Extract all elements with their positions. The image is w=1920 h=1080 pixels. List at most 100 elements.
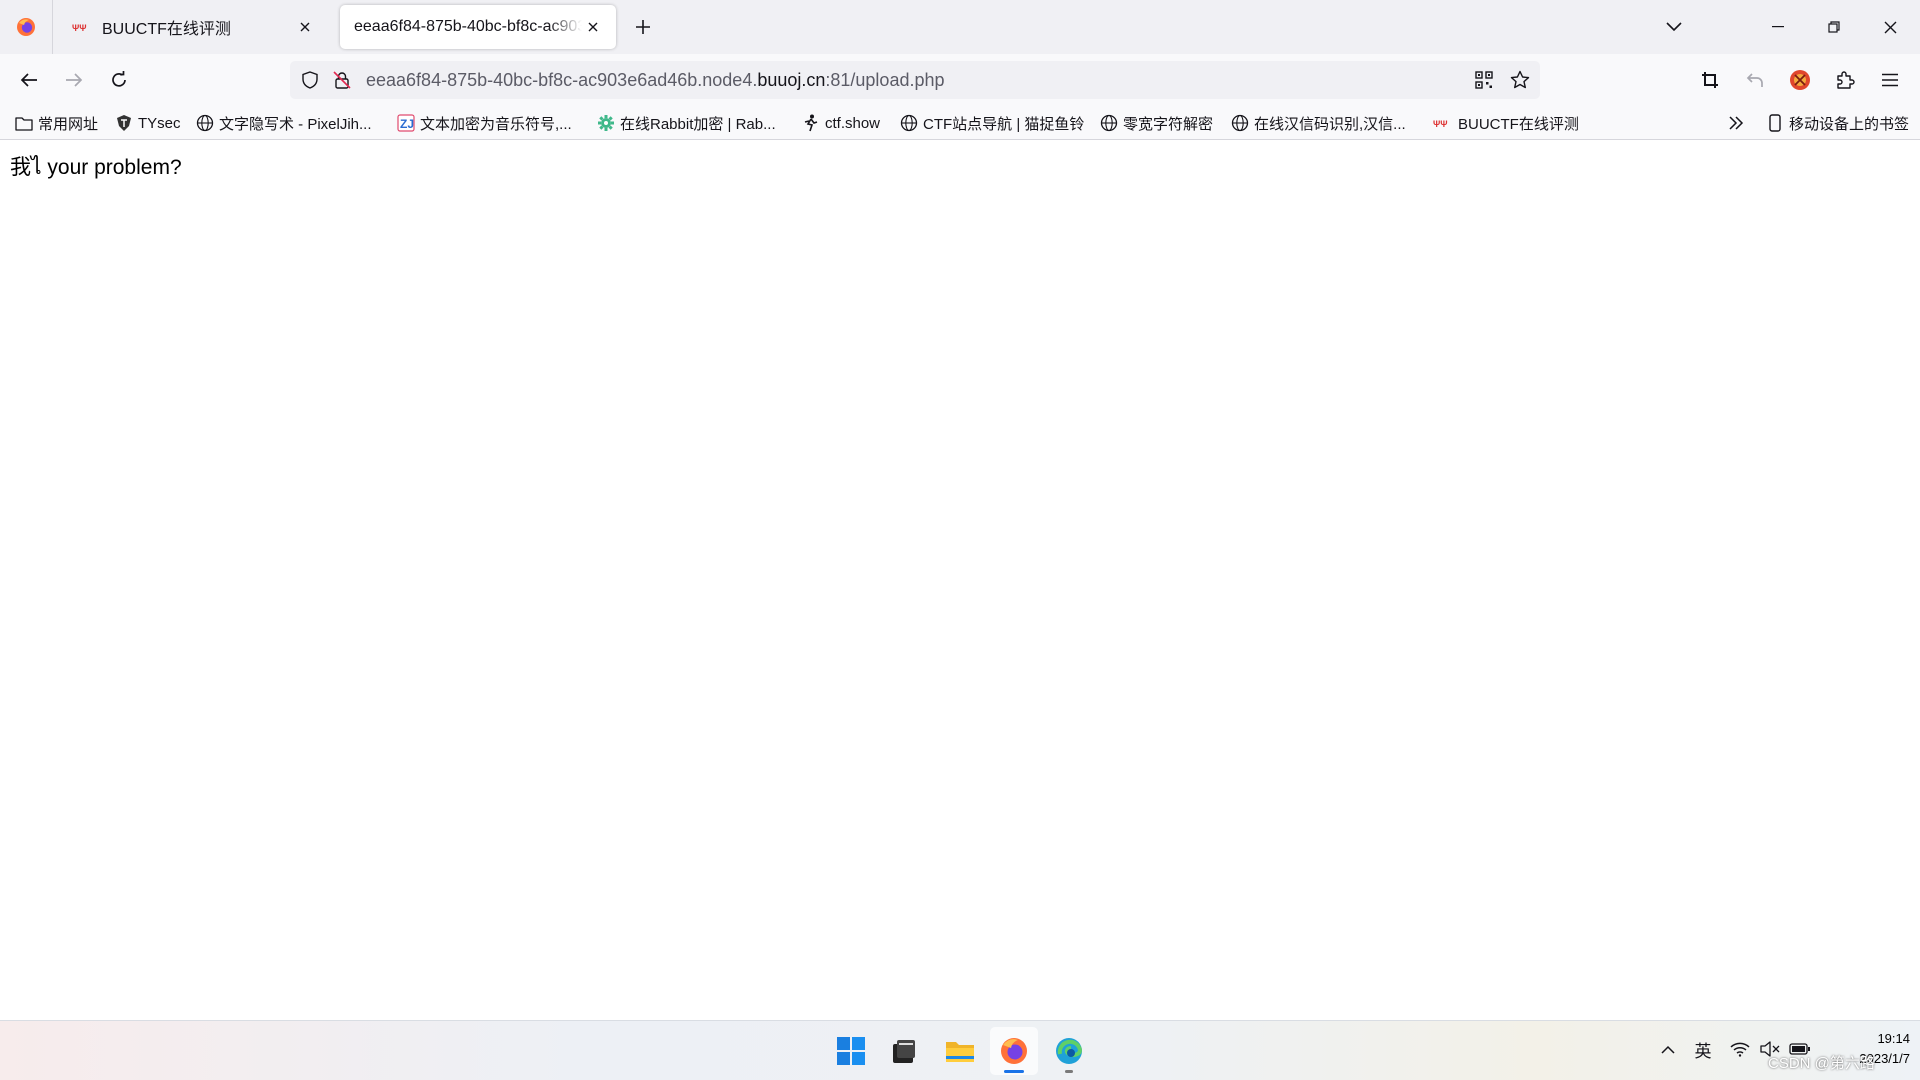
tab-strip: ΨΨ BUUCTF在线评测 eeaa6f84-875b-40bc-bf8c-ac… [0,0,1920,54]
back-button[interactable] [12,63,46,97]
firefox-icon [16,17,36,37]
close-window-button[interactable] [1862,0,1918,54]
globe-icon [196,114,214,132]
firefox-view-button[interactable] [0,0,53,54]
double-chevron-right-icon [1728,116,1744,130]
bookmark-buuctf[interactable]: ΨΨ BUUCTF在线评测 [1433,106,1579,140]
puzzle-piece-icon [1835,70,1855,90]
tab-title: BUUCTF在线评测 [102,21,231,38]
mobile-bookmarks-folder[interactable]: 移动设备上的书签 [1766,106,1909,140]
bookmark-label: TYsec [138,114,181,132]
ctfshow-icon [802,114,820,132]
back-arrow-icon [20,72,38,88]
restore-icon [1828,21,1840,33]
restore-button[interactable] [1806,0,1862,54]
globe-icon [1100,114,1118,132]
gear-icon [597,114,615,132]
wifi-icon[interactable] [1728,1037,1752,1061]
bookmark-ctf-nav[interactable]: CTF站点导航 | 猫捉鱼铃 [900,106,1084,140]
minimize-icon [1772,26,1784,28]
close-tab-icon[interactable] [582,16,604,38]
watermark: CSDN @第六路 [1768,1055,1875,1072]
forward-button[interactable] [57,63,91,97]
tab-buuctf[interactable]: ΨΨ BUUCTF在线评测 [58,5,328,49]
screenshot-button[interactable] [1693,63,1727,97]
bookmark-label: 文本加密为音乐符号,... [420,115,572,133]
bookmark-label: CTF站点导航 | 猫捉鱼铃 [923,115,1085,133]
crop-icon [1701,71,1719,89]
ime-indicator[interactable]: 英 [1688,1035,1718,1063]
bookmark-label: 移动设备上的书签 [1789,115,1910,133]
bookmark-label: 在线Rabbit加密 | Rab... [620,115,776,133]
taskbar-firefox[interactable] [990,1027,1038,1075]
tysec-icon [115,114,133,132]
taskbar: 英 19:14 2023/1/7 [0,1020,1920,1080]
bookmark-label: 文字隐写术 - PixelJih... [219,115,372,133]
reload-icon [110,71,128,89]
running-app-indicator [1065,1070,1073,1073]
clock-time: 19:14 [1877,1031,1910,1046]
insecure-lock-icon[interactable] [326,64,358,96]
reload-button[interactable] [102,63,136,97]
zj-icon: ZJ [397,114,415,132]
close-icon [1884,21,1897,34]
url-text[interactable]: eeaa6f84-875b-40bc-bf8c-ac903e6ad46b.nod… [366,70,945,91]
ublock-extension-icon [1789,69,1811,91]
taskbar-edge[interactable] [1045,1027,1093,1075]
windows-start-icon [836,1036,866,1066]
edge-icon [1054,1036,1084,1066]
bookmark-tysec[interactable]: TYsec [115,106,181,140]
bookmarks-toolbar: 常用网址 TYsec 文字隐写术 - PixelJih... ZJ 文本加密为音… [0,106,1920,140]
chevron-up-icon [1661,1045,1675,1054]
extensions-button[interactable] [1828,63,1862,97]
new-tab-button[interactable] [630,14,656,40]
taskbar-file-explorer[interactable] [936,1027,984,1075]
svg-text:ΨΨ: ΨΨ [1433,119,1448,129]
bookmark-music-cipher[interactable]: ZJ 文本加密为音乐符号,... [397,106,572,140]
undo-button[interactable] [1738,63,1772,97]
star-icon [1510,70,1530,90]
app-icon [890,1037,918,1065]
svg-text:ZJ: ZJ [400,117,414,131]
file-explorer-icon [945,1038,975,1064]
bookmark-pixeljihad[interactable]: 文字隐写术 - PixelJih... [196,106,372,140]
bookmark-label: 零宽字符解密 [1123,115,1214,133]
svg-text:ΨΨ: ΨΨ [72,23,87,33]
extension-button[interactable] [1783,63,1817,97]
bookmark-folder-common[interactable]: 常用网址 [15,106,98,140]
show-hidden-icons-button[interactable] [1656,1037,1680,1061]
tracking-protection-shield-icon[interactable] [294,64,326,96]
qr-code-button[interactable] [1468,64,1500,96]
start-button[interactable] [827,1027,875,1075]
buuctf-favicon-icon: ΨΨ [1433,114,1453,132]
bookmark-ctfshow[interactable]: ctf.show [802,106,880,140]
app-menu-button[interactable] [1873,63,1907,97]
globe-icon [900,114,918,132]
url-suffix: :81/upload.php [825,69,945,90]
qr-code-icon [1475,71,1493,89]
bookmark-label: 在线汉信码识别,汉信... [1254,115,1406,133]
globe-icon [1231,114,1249,132]
url-prefix: eeaa6f84-875b-40bc-bf8c-ac903e6ad46b.nod… [366,69,758,90]
tab-title: eeaa6f84-875b-40bc-bf8c-ac903e6ad46b.nod… [354,18,582,35]
minimize-button[interactable] [1750,0,1806,54]
close-tab-icon[interactable] [294,16,316,38]
mobile-device-icon [1766,114,1784,132]
page-text: 我ไ your problem? [10,156,182,179]
buuctf-favicon-icon: ΨΨ [72,19,92,35]
chevron-down-icon [1666,22,1682,32]
bookmark-label: 常用网址 [38,115,99,133]
tab-upload[interactable]: eeaa6f84-875b-40bc-bf8c-ac903e6ad46b.nod… [340,5,616,49]
bookmark-zero-width[interactable]: 零宽字符解密 [1100,106,1213,140]
hamburger-menu-icon [1881,73,1899,87]
taskbar-app-black[interactable] [880,1027,928,1075]
plus-icon [635,19,651,35]
firefox-icon [999,1036,1029,1066]
address-bar[interactable]: eeaa6f84-875b-40bc-bf8c-ac903e6ad46b.nod… [290,61,1540,99]
bookmarks-overflow-button[interactable] [1728,106,1744,140]
bookmark-rabbit[interactable]: 在线Rabbit加密 | Rab... [597,106,776,140]
list-all-tabs-button[interactable] [1660,14,1688,40]
bookmark-hanxin[interactable]: 在线汉信码识别,汉信... [1231,106,1406,140]
navigation-toolbar: eeaa6f84-875b-40bc-bf8c-ac903e6ad46b.nod… [0,54,1920,106]
bookmark-star-button[interactable] [1504,64,1536,96]
